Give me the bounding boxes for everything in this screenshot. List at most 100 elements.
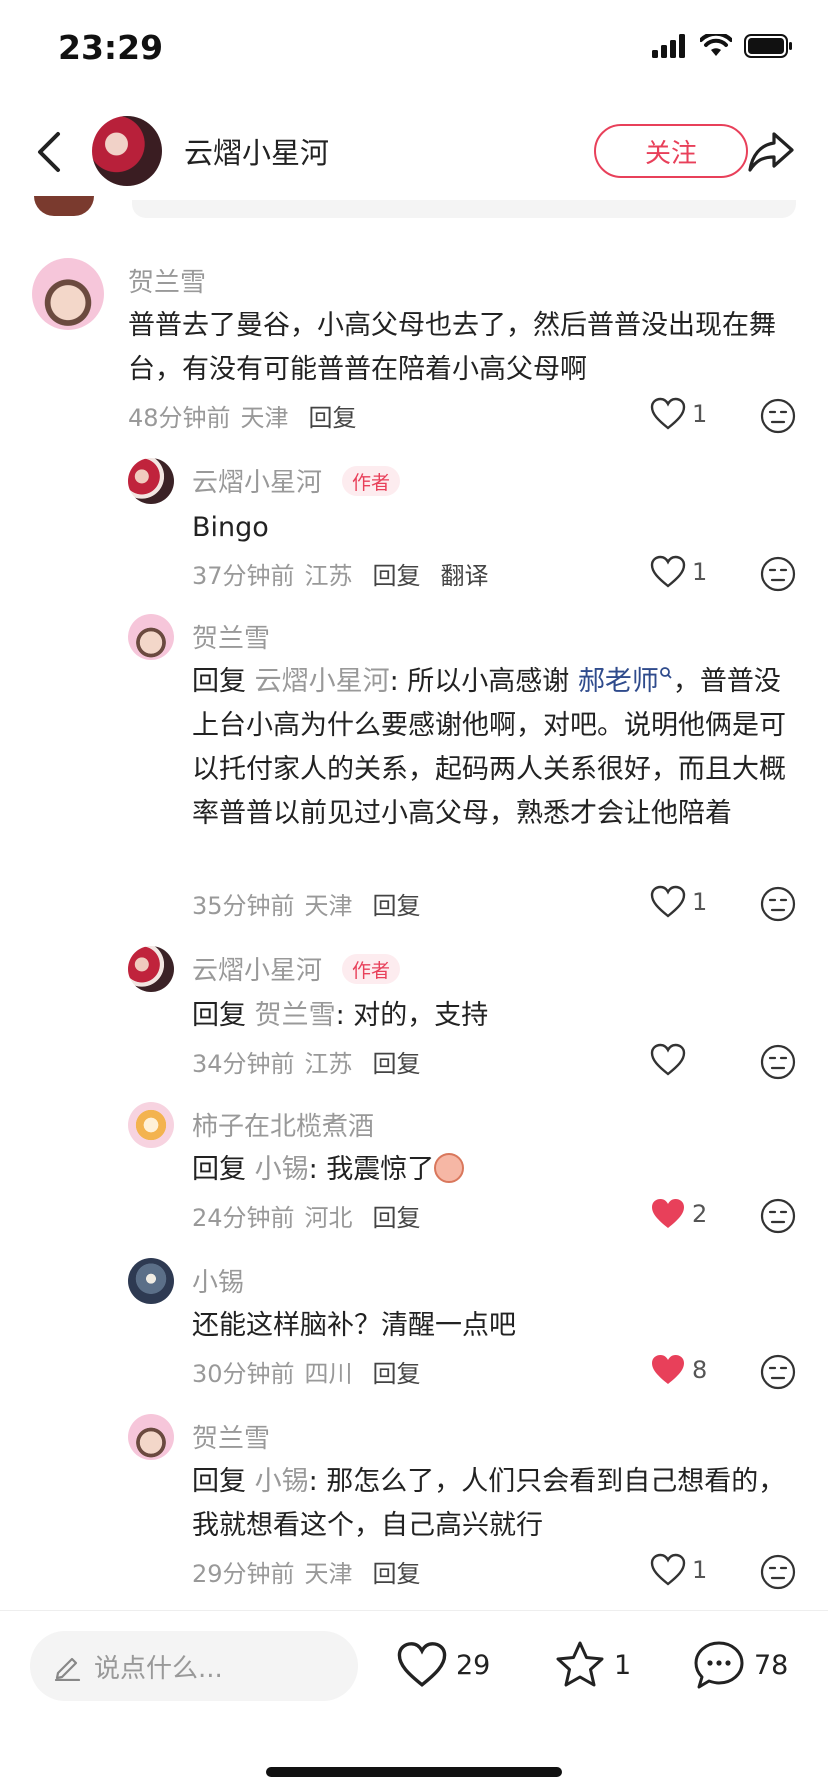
dislike-face-icon[interactable]	[760, 1354, 796, 1390]
comment-author[interactable]: 贺兰雪	[128, 262, 206, 299]
home-indicator	[266, 1767, 562, 1777]
heart-filled-icon	[652, 1355, 684, 1384]
like-count: 1	[692, 558, 708, 586]
share-icon[interactable]	[748, 130, 794, 174]
partial-avatar	[34, 196, 94, 216]
dislike-face-icon[interactable]	[760, 1198, 796, 1234]
comment-input[interactable]: 说点什么...	[30, 1631, 358, 1701]
heart-icon	[650, 555, 686, 588]
mention[interactable]: 云熠小星河	[255, 666, 390, 697]
avatar[interactable]	[128, 1414, 174, 1460]
star-icon	[556, 1641, 604, 1687]
comment-text: 回复 小锡: 那怎么了，人们只会看到自己想看的，我就想看这个，自己高兴就行	[192, 1466, 786, 1541]
reply-button[interactable]: 回复	[373, 1050, 421, 1078]
reply-button[interactable]: 回复	[373, 562, 421, 590]
comment-time: 29分钟前	[192, 1560, 295, 1588]
heart-icon	[397, 1642, 447, 1687]
avatar[interactable]	[128, 1102, 174, 1148]
search-icon[interactable]	[659, 666, 673, 680]
dislike-face-icon[interactable]	[760, 556, 796, 592]
comment-author[interactable]: 贺兰雪	[192, 618, 270, 655]
comment-meta: 34分钟前 江苏 回复	[192, 1044, 431, 1079]
comment-text: Bingo	[192, 512, 269, 543]
like-count: 1	[692, 1556, 708, 1584]
comment-time: 37分钟前	[192, 562, 295, 590]
like-button[interactable]	[650, 1040, 720, 1080]
signal-icon	[652, 34, 685, 58]
status-bar: 23:29	[0, 0, 828, 100]
heart-filled-icon	[652, 1199, 684, 1228]
status-time: 23:29	[58, 28, 164, 67]
like-button[interactable]: 1	[650, 1550, 720, 1590]
comment-text: 还能这样脑补？清醒一点吧	[192, 1310, 516, 1341]
avatar[interactable]	[128, 614, 174, 660]
comment-location: 天津	[240, 404, 289, 432]
reply-button[interactable]: 回复	[373, 1360, 421, 1388]
avatar[interactable]	[128, 946, 174, 992]
mention[interactable]: 小锡	[255, 1154, 309, 1185]
heart-icon	[650, 885, 686, 918]
reply-button[interactable]: 回复	[373, 1204, 421, 1232]
comment-time: 48分钟前	[128, 404, 231, 432]
comment-time: 34分钟前	[192, 1050, 295, 1078]
avatar[interactable]	[128, 458, 174, 504]
like-button[interactable]: 1	[650, 552, 720, 592]
comment-location: 四川	[304, 1360, 353, 1388]
comment-meta: 24分钟前 河北 回复	[192, 1198, 431, 1233]
input-placeholder: 说点什么...	[94, 1653, 223, 1684]
dislike-face-icon[interactable]	[760, 398, 796, 434]
like-button[interactable]: 8	[650, 1350, 720, 1390]
previous-content-edge	[132, 200, 796, 218]
avatar[interactable]	[32, 258, 104, 330]
like-count: 1	[692, 888, 708, 916]
comment-meta: 35分钟前 天津 回复	[192, 886, 431, 921]
like-count: 1	[692, 400, 708, 428]
comment-meta: 30分钟前 四川 回复	[192, 1354, 431, 1389]
comment-author[interactable]: 贺兰雪	[192, 1418, 270, 1455]
translate-button[interactable]: 翻译	[441, 562, 489, 590]
reply-button[interactable]: 回复	[373, 1560, 421, 1588]
dislike-face-icon[interactable]	[760, 1554, 796, 1590]
author-avatar[interactable]	[92, 116, 162, 186]
comment-location: 河北	[304, 1204, 353, 1232]
comment-count: 78	[754, 1649, 789, 1681]
dislike-face-icon[interactable]	[760, 1044, 796, 1080]
dislike-face-icon[interactable]	[760, 886, 796, 922]
comment-time: 35分钟前	[192, 892, 295, 920]
comment-author[interactable]: 小锡	[192, 1262, 244, 1299]
back-icon[interactable]	[30, 128, 70, 176]
mention[interactable]: 小锡	[255, 1466, 309, 1497]
comment-author[interactable]: 云熠小星河	[192, 950, 322, 987]
heart-icon	[650, 1043, 686, 1076]
comment-author[interactable]: 云熠小星河	[192, 462, 322, 499]
comment-location: 天津	[304, 892, 353, 920]
like-count: 29	[456, 1649, 491, 1681]
comment-text: 回复 小锡: 我震惊了	[192, 1148, 796, 1192]
comment-text: 普普去了曼谷，小高父母也去了，然后普普没出现在舞台，有没有可能普普在陪着小高父母…	[128, 310, 776, 385]
comment-bubble-icon	[694, 1641, 744, 1689]
wifi-icon	[700, 34, 732, 56]
like-count: 2	[692, 1200, 708, 1228]
search-link[interactable]: 郝老师	[578, 666, 659, 697]
like-button[interactable]: 1	[650, 882, 720, 922]
author-badge: 作者	[342, 954, 401, 984]
comment-text: 回复 云熠小星河: 所以小高感谢 郝老师 ，普普没上台小高为什么要感谢他啊，对吧。…	[192, 666, 786, 829]
reply-button[interactable]: 回复	[309, 404, 357, 432]
author-name[interactable]: 云熠小星河	[184, 130, 329, 172]
comment-time: 30分钟前	[192, 1360, 295, 1388]
follow-button[interactable]: 关注	[594, 124, 748, 178]
pencil-icon	[54, 1657, 81, 1681]
comment-meta: 48分钟前 天津 回复	[128, 398, 367, 433]
like-count: 8	[692, 1356, 708, 1384]
comment-author[interactable]: 柿子在北榄煮酒	[192, 1106, 374, 1143]
avatar[interactable]	[128, 1258, 174, 1304]
post-collect-button[interactable]: 1	[554, 1637, 631, 1693]
bottom-action-bar: 说点什么... 29 1 78	[0, 1611, 828, 1792]
mention[interactable]: 贺兰雪	[255, 1000, 336, 1031]
reply-button[interactable]: 回复	[373, 892, 421, 920]
post-like-button[interactable]: 29	[396, 1637, 490, 1693]
status-icons	[652, 34, 794, 58]
post-comment-button[interactable]: 78	[692, 1637, 788, 1693]
like-button[interactable]: 2	[650, 1194, 720, 1234]
like-button[interactable]: 1	[650, 394, 720, 434]
